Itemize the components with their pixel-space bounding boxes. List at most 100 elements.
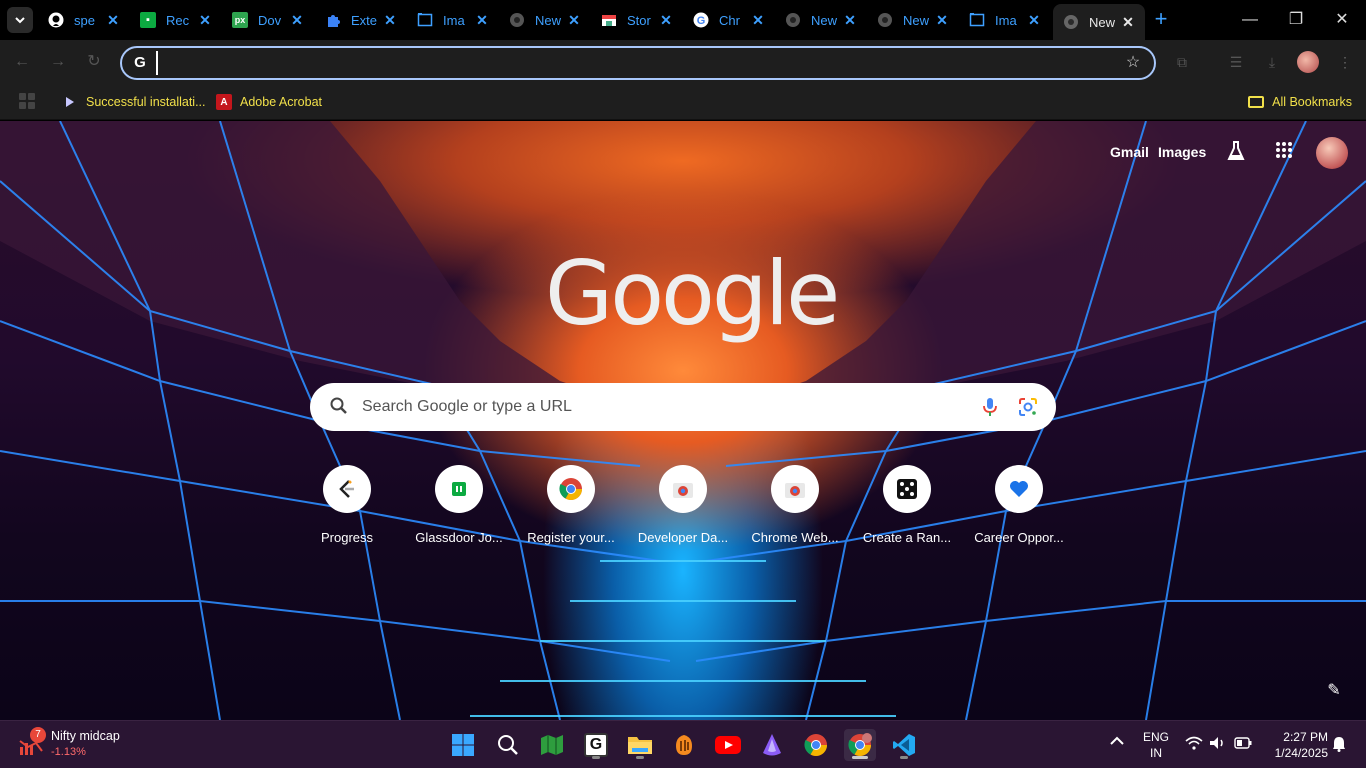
google-apps-icon[interactable]: [1272, 141, 1296, 165]
bookmark-label: Successful installati...: [86, 95, 206, 109]
tab-label: Dov: [258, 12, 282, 28]
tab-label: New: [535, 12, 562, 28]
file-explorer-icon[interactable]: [624, 729, 656, 761]
leetcode-icon: [323, 465, 371, 513]
store-icon: [601, 12, 617, 28]
gmail-link[interactable]: Gmail: [1110, 144, 1149, 160]
tab[interactable]: spe ✕: [38, 4, 130, 36]
ntp-search-input[interactable]: [362, 395, 962, 419]
close-icon[interactable]: ✕: [935, 12, 949, 29]
minimize-icon[interactable]: —: [1238, 8, 1262, 32]
chrome-profile-icon[interactable]: [844, 729, 876, 761]
close-icon[interactable]: ✕: [106, 12, 120, 29]
chrome-icon: [1063, 14, 1079, 30]
download-icon[interactable]: ⤓: [1263, 53, 1281, 71]
google-icon: G: [134, 54, 146, 71]
vscode-icon[interactable]: [888, 729, 920, 761]
tab-active[interactable]: New ✕: [1053, 4, 1145, 40]
battery-icon[interactable]: [1234, 737, 1252, 752]
shortcut-tile[interactable]: Chrome Web...: [739, 465, 851, 555]
close-icon[interactable]: ✕: [383, 12, 397, 29]
clock-time[interactable]: 2:27 PM: [1262, 730, 1328, 744]
labs-flask-icon[interactable]: [1224, 141, 1248, 165]
bookmark-star-icon[interactable]: ☆: [1124, 54, 1142, 72]
restore-icon[interactable]: ❐: [1284, 8, 1308, 32]
search-icon[interactable]: [492, 729, 524, 761]
tab[interactable]: px Dov ✕: [222, 4, 314, 36]
chrome-web-store-icon: [771, 465, 819, 513]
tab[interactable]: G Chr ✕: [683, 4, 775, 36]
proton-app-icon[interactable]: [756, 729, 788, 761]
media-icon[interactable]: ☰: [1227, 53, 1245, 71]
shortcut-tile[interactable]: Glassdoor Jo...: [403, 465, 515, 555]
close-icon[interactable]: ✕: [1027, 12, 1041, 29]
close-icon[interactable]: ✕: [290, 12, 304, 29]
tab[interactable]: Ima ✕: [407, 4, 499, 36]
all-bookmarks[interactable]: All Bookmarks: [1248, 92, 1352, 112]
shortcut-label: Glassdoor Jo...: [415, 530, 503, 545]
shortcut-label: Create a Ran...: [862, 530, 952, 545]
gamebar-app-icon[interactable]: G: [580, 729, 612, 761]
youtube-icon[interactable]: [712, 729, 744, 761]
glassdoor-icon: [435, 465, 483, 513]
tab[interactable]: New ✕: [775, 4, 867, 36]
microphone-icon[interactable]: [982, 397, 998, 417]
back-icon[interactable]: ←: [12, 52, 32, 72]
images-link[interactable]: Images: [1158, 144, 1206, 160]
new-tab-button[interactable]: +: [1150, 8, 1172, 30]
tab[interactable]: ▪ Rec ✕: [130, 4, 222, 36]
google-lens-icon[interactable]: [1018, 397, 1038, 417]
google-account-avatar[interactable]: [1316, 137, 1348, 169]
running-indicator: [592, 756, 600, 759]
shortcut-label: Developer Da...: [637, 530, 729, 545]
shortcut-tile[interactable]: Register your...: [515, 465, 627, 555]
stocks-app-icon[interactable]: [536, 729, 568, 761]
close-icon[interactable]: ✕: [475, 12, 489, 29]
close-window-icon[interactable]: ✕: [1330, 8, 1354, 32]
forward-icon[interactable]: →: [48, 52, 68, 72]
shortcut-label: Progress: [320, 530, 374, 545]
wifi-icon[interactable]: [1185, 736, 1203, 753]
extensions-icon[interactable]: ⧉: [1173, 53, 1191, 71]
chrome-icon: [877, 12, 893, 28]
shortcut-tile[interactable]: Create a Ran...: [851, 465, 963, 555]
address-input[interactable]: [156, 51, 1106, 75]
shortcut-tile[interactable]: Developer Da...: [627, 465, 739, 555]
customize-pencil-icon[interactable]: ✎: [1322, 679, 1346, 703]
close-icon[interactable]: ✕: [751, 12, 765, 29]
github-icon: [48, 12, 64, 28]
bookmark-item[interactable]: Successful installati...: [62, 92, 206, 112]
dice-icon: [883, 465, 931, 513]
notification-icon[interactable]: [1332, 736, 1346, 755]
close-icon[interactable]: ✕: [198, 12, 212, 29]
bookmark-item[interactable]: A Adobe Acrobat: [216, 92, 322, 112]
reload-icon[interactable]: ↻: [84, 52, 104, 72]
widget-title[interactable]: Nifty midcap: [51, 729, 120, 743]
tab-search-button[interactable]: [7, 7, 33, 33]
windows-start-icon[interactable]: [447, 729, 479, 761]
profile-avatar[interactable]: [1297, 51, 1319, 73]
close-icon[interactable]: ✕: [567, 12, 581, 29]
close-icon[interactable]: ✕: [1121, 14, 1135, 31]
close-icon[interactable]: ✕: [659, 12, 673, 29]
language-top[interactable]: ENG: [1140, 730, 1172, 744]
address-bar[interactable]: G ☆: [120, 46, 1156, 80]
fl-studio-icon[interactable]: [668, 729, 700, 761]
tab[interactable]: New ✕: [867, 4, 959, 36]
svg-text:G: G: [697, 15, 706, 27]
ntp-search-box[interactable]: [310, 383, 1056, 431]
tab[interactable]: Stor ✕: [591, 4, 683, 36]
chrome-icon[interactable]: [800, 729, 832, 761]
tab[interactable]: Ima ✕: [959, 4, 1051, 36]
chevron-up-icon[interactable]: [1110, 734, 1124, 749]
menu-icon[interactable]: ⋮: [1336, 53, 1354, 71]
shortcut-tile[interactable]: Progress: [291, 465, 403, 555]
shortcut-tile[interactable]: Career Oppor...: [963, 465, 1075, 555]
folder-icon: [1248, 96, 1265, 108]
close-icon[interactable]: ✕: [843, 12, 857, 29]
apps-grid-icon[interactable]: [19, 93, 35, 109]
extension-icon: [325, 12, 341, 28]
tab[interactable]: New ✕: [499, 4, 591, 36]
volume-icon[interactable]: [1209, 736, 1227, 753]
tab[interactable]: Exte ✕: [315, 4, 407, 36]
